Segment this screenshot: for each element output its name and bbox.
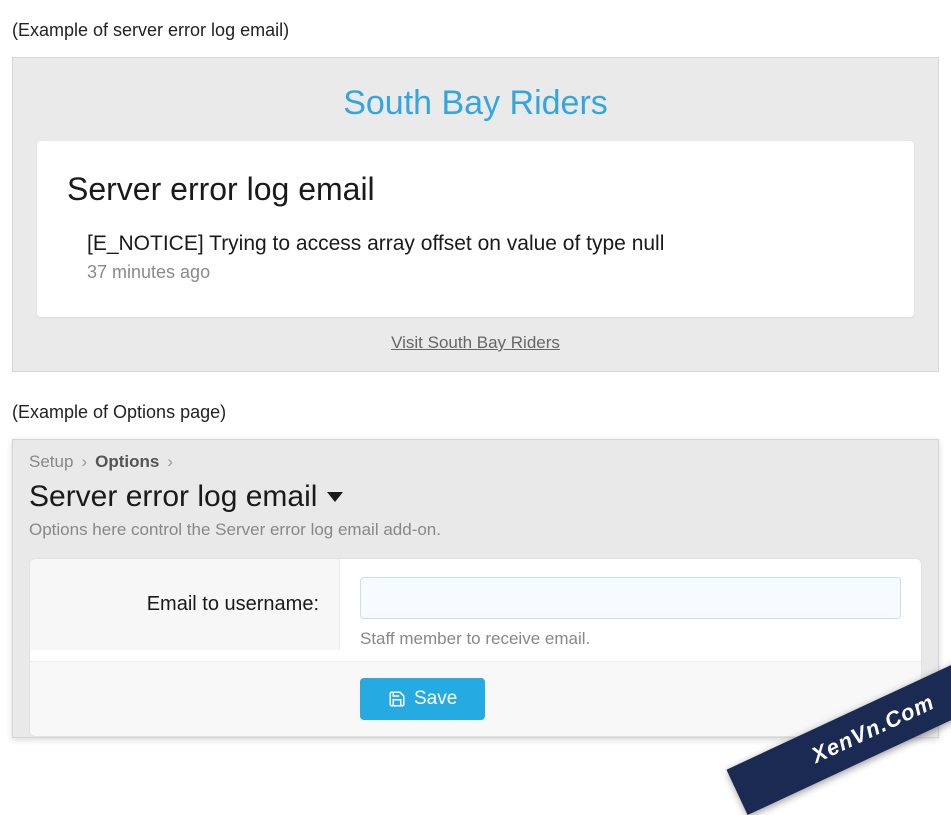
email-username-label: Email to username: [30, 559, 340, 650]
email-username-hint: Staff member to receive email. [360, 629, 901, 649]
options-title-text: Server error log email [29, 480, 317, 514]
breadcrumb-root[interactable]: Setup [29, 452, 73, 472]
options-form: Email to username: Staff member to recei… [29, 558, 922, 737]
save-button[interactable]: Save [360, 678, 485, 720]
email-example-caption: (Example of server error log email) [12, 20, 939, 41]
options-title-dropdown[interactable]: Server error log email [29, 480, 922, 514]
email-body-card: Server error log email [E_NOTICE] Trying… [37, 141, 914, 317]
email-time-ago: 37 minutes ago [87, 262, 884, 283]
save-icon [388, 690, 406, 708]
breadcrumb: Setup › Options › [29, 452, 922, 472]
options-subtitle: Options here control the Server error lo… [29, 520, 922, 540]
email-heading: Server error log email [67, 171, 884, 208]
save-button-label: Save [414, 688, 457, 710]
form-actions: Save [30, 661, 921, 736]
email-error-message: [E_NOTICE] Trying to access array offset… [87, 232, 884, 256]
chevron-right-icon: › [167, 452, 173, 472]
email-username-input[interactable] [360, 577, 901, 619]
email-site-title: South Bay Riders [37, 84, 914, 123]
options-example-caption: (Example of Options page) [12, 402, 939, 423]
caret-down-icon [327, 492, 343, 502]
visit-site-link[interactable]: Visit South Bay Riders [391, 333, 560, 352]
email-preview-panel: South Bay Riders Server error log email … [12, 57, 939, 372]
form-row-email-username: Email to username: Staff member to recei… [30, 559, 921, 661]
breadcrumb-current[interactable]: Options [95, 452, 159, 472]
chevron-right-icon: › [81, 452, 87, 472]
options-panel: Setup › Options › Server error log email… [12, 439, 939, 738]
